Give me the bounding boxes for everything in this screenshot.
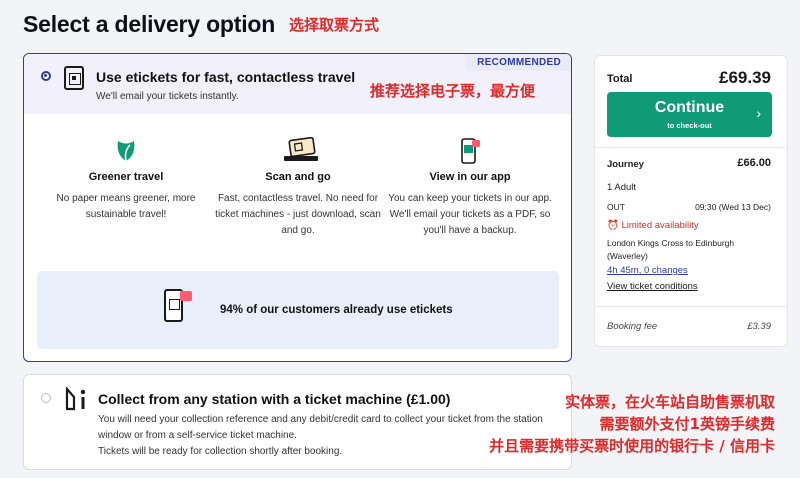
feature-greener: Greener travel No paper means greener, m… (41, 137, 211, 223)
continue-button[interactable]: Continue to check-out › (607, 92, 772, 137)
phone-app-icon (454, 137, 486, 165)
total-label: Total (607, 73, 633, 85)
feature-scan: Scan and go Fast, contactless travel. No… (213, 136, 383, 239)
eticket-title: Use etickets for fast, contactless trave… (96, 69, 356, 85)
feature-app: View in our app You can keep your ticket… (385, 137, 555, 239)
heart-icon (180, 291, 192, 301)
divider (595, 306, 787, 307)
collect-radio[interactable] (41, 393, 51, 403)
banner-text: 94% of our customers already use eticket… (220, 304, 453, 316)
total-value: £69.39 (719, 68, 771, 87)
annotation-title: 选择取票方式 (289, 16, 380, 34)
leaf-icon (110, 137, 142, 165)
availability-text: Limited availability (621, 220, 699, 231)
eticket-subtitle: We'll email your tickets instantly. (96, 91, 239, 102)
ticket-machine-icon (64, 386, 90, 413)
chevron-right-icon: › (756, 105, 761, 121)
view-ticket-conditions-link[interactable]: View ticket conditions (607, 281, 698, 292)
direction: OUT (607, 202, 625, 212)
feature-title: View in our app (429, 171, 511, 183)
booking-fee-value: £3.39 (747, 321, 771, 332)
feature-title: Scan and go (265, 171, 331, 183)
page-title: Select a delivery option (23, 11, 276, 37)
passengers: 1 Adult (607, 182, 637, 193)
journey-value: £66.00 (737, 157, 771, 169)
annotation-eticket: 推荐选择电子票，最方便 (370, 82, 536, 100)
limited-availability: ⏰ Limited availability (607, 220, 699, 231)
continue-label: Continue (654, 99, 725, 116)
recommended-badge: RECOMMENDED (465, 54, 571, 71)
feature-desc: No paper means greener, more sustainable… (56, 193, 196, 220)
delivery-page: Select a delivery option 选择取票方式 RECOMMEN… (0, 0, 800, 478)
order-summary: Total £69.39 Continue to check-out › Jou… (594, 55, 788, 347)
route: London Kings Cross to Edinburgh (Waverle… (607, 238, 735, 261)
feature-desc: Fast, contactless travel. No need for ti… (215, 193, 381, 236)
journey-label: Journey (607, 159, 644, 170)
feature-desc: You can keep your tickets in our app. We… (388, 193, 552, 236)
feature-title: Greener travel (88, 171, 164, 183)
annotation-line: 实体票，在火车站自助售票机取 (564, 393, 775, 411)
duration-link[interactable]: 4h 45m (607, 265, 639, 276)
collect-title: Collect from any station with a ticket m… (98, 391, 451, 407)
eticket-usage-banner: 94% of our customers already use eticket… (37, 271, 559, 349)
duration-changes: 4h 45m, 0 changes (607, 265, 688, 276)
annotation-line: 需要额外支付1英镑手续费 (599, 414, 775, 433)
departure-datetime: 09:30 (Wed 13 Dec) (695, 202, 771, 212)
continue-sublabel: to check-out (667, 121, 712, 130)
booking-fee-label: Booking fee (607, 321, 658, 332)
divider (595, 147, 787, 148)
annotation-line: 并且需要携带买票时使用的银行卡 / 信用卡 (489, 436, 775, 455)
eticket-icon (64, 66, 84, 90)
eticket-radio[interactable] (41, 71, 51, 81)
scan-ticket-icon (282, 136, 318, 165)
annotation-collect: 实体票，在火车站自助售票机取 需要额外支付1英镑手续费 并且需要携带买票时使用的… (489, 392, 775, 457)
changes-link[interactable]: 0 changes (644, 265, 688, 276)
alarm-clock-icon: ⏰ (607, 220, 619, 231)
